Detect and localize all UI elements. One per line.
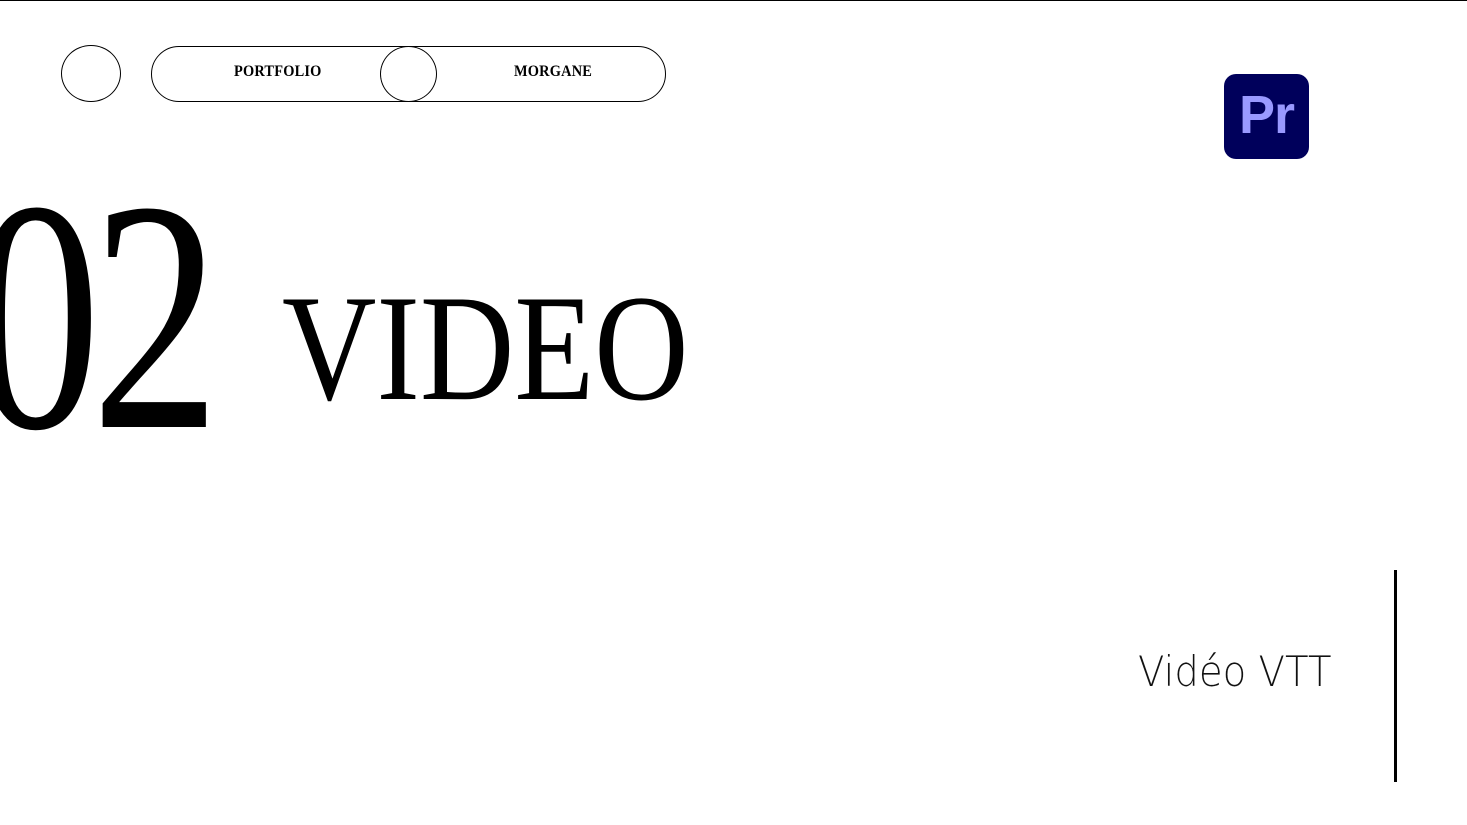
name-label: MORGANE [514, 63, 593, 80]
section-number: 02 [0, 134, 220, 499]
vertical-divider [1394, 570, 1397, 782]
pill-circle [380, 46, 437, 102]
premiere-pro-icon-text: Pr [1238, 84, 1295, 145]
top-rule [0, 0, 1467, 1]
premiere-pro-icon: Pr [1224, 74, 1309, 159]
left-circle [61, 45, 121, 102]
section-title: VIDEO [282, 264, 689, 432]
video-caption: Vidéo VTT [1138, 647, 1332, 696]
portfolio-label: PORTFOLIO [234, 63, 322, 80]
